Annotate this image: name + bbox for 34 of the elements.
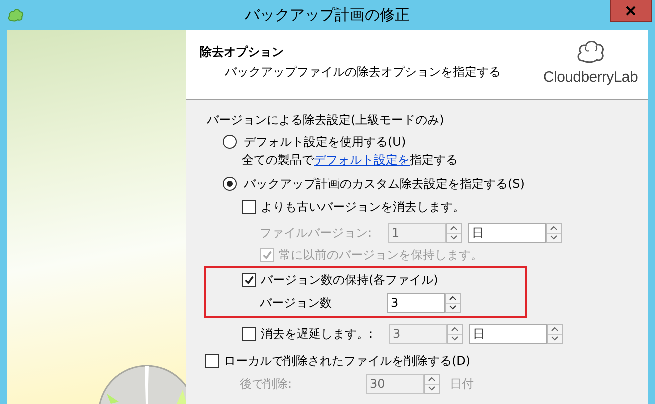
spin-buttons[interactable]: [547, 324, 563, 344]
checkbox-label: 消去を遅延します。:: [261, 326, 374, 342]
field-label: 後で削除:: [240, 376, 294, 392]
radio-button[interactable]: [223, 135, 237, 149]
field-label: バージョン数: [260, 294, 333, 312]
radio-label: バックアップ計画のカスタム除去設定を指定する(S): [244, 176, 525, 192]
number-field[interactable]: 3: [387, 293, 445, 313]
note-text: 全ての製品でデフォルト設定を指定する: [242, 152, 458, 168]
section-title: バージョンによる除去設定(上級モードのみ): [207, 112, 444, 128]
window-title: バックアップ計画の修正: [245, 6, 410, 25]
spin-buttons[interactable]: [446, 223, 462, 243]
unit-label: 日付: [450, 376, 474, 392]
close-icon: [626, 6, 636, 16]
default-settings-link[interactable]: デフォルト設定を: [314, 152, 410, 166]
spin-buttons[interactable]: [445, 293, 461, 313]
logo-text: CloudberryLab: [544, 69, 638, 86]
close-button[interactable]: [610, 0, 652, 22]
spin-buttons[interactable]: [424, 374, 440, 394]
checkbox-label: 常に以前のバージョンを保持します。: [279, 246, 483, 264]
cloud-icon: [576, 39, 606, 63]
checkbox[interactable]: [242, 273, 256, 287]
radio-button[interactable]: [223, 177, 237, 191]
cloud-icon: [8, 8, 24, 22]
checkbox-label: よりも古いバージョンを消去します。: [261, 198, 465, 216]
spin-buttons[interactable]: [447, 324, 463, 344]
checkbox-label: ローカルで削除されたファイルを削除する(D): [224, 352, 471, 370]
checkbox-label: バージョン数の保持(各ファイル): [261, 272, 438, 288]
page-title: 除去オプション: [200, 44, 285, 60]
spin-buttons[interactable]: [546, 223, 562, 243]
checkbox[interactable]: [205, 354, 219, 368]
field-label: ファイルバージョン:: [260, 224, 374, 242]
radio-label: デフォルト設定を使用する(U): [244, 134, 406, 150]
page-subtitle: バックアップファイルの除去オプションを指定する: [225, 64, 501, 80]
checkbox[interactable]: [242, 200, 256, 214]
